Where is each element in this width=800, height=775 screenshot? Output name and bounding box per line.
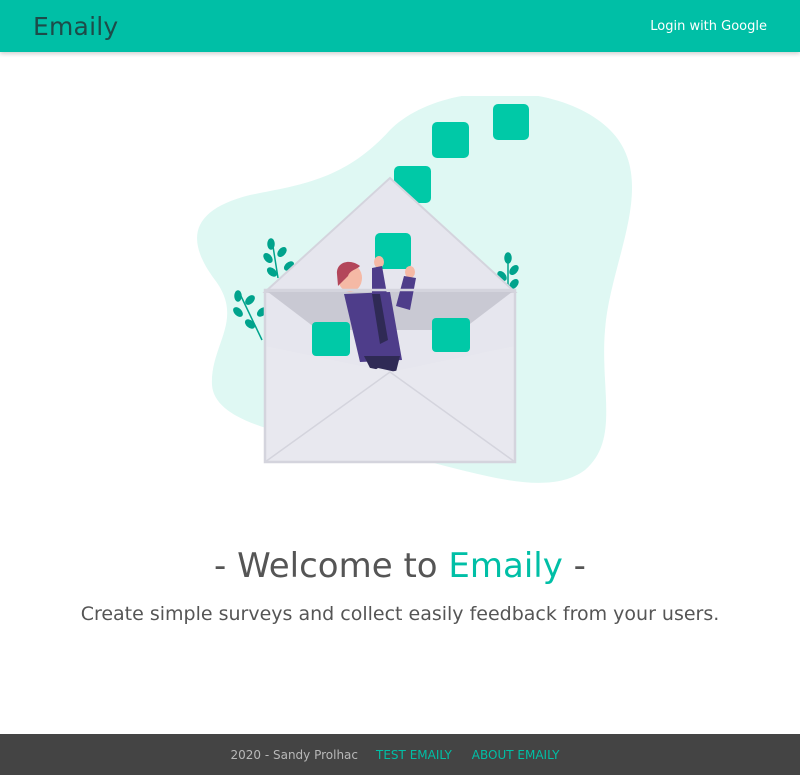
square-icon <box>493 104 529 140</box>
hero-section: - Welcome to Emaily - Create simple surv… <box>0 52 800 734</box>
welcome-prefix: - Welcome to <box>214 546 449 586</box>
card-icon <box>432 318 470 352</box>
tagline: Create simple surveys and collect easily… <box>80 603 720 625</box>
envelope-with-person-illustration <box>197 96 633 483</box>
welcome-accent: Emaily <box>448 546 563 586</box>
footer-link-about-emaily[interactable]: ABOUT EMAILY <box>472 748 560 762</box>
welcome-heading: - Welcome to Emaily - <box>0 546 800 586</box>
top-navbar: Emaily Login with Google <box>0 0 800 52</box>
login-with-google-link[interactable]: Login with Google <box>650 19 767 34</box>
card-icon <box>312 322 350 356</box>
brand-logo[interactable]: Emaily <box>33 12 118 41</box>
square-icon <box>432 122 469 158</box>
copyright-text: 2020 - Sandy Prolhac <box>230 747 359 762</box>
footer: 2020 - Sandy Prolhac TEST EMAILY ABOUT E… <box>0 734 800 775</box>
welcome-suffix: - <box>562 546 586 586</box>
footer-link-test-emaily[interactable]: TEST EMAILY <box>376 748 452 762</box>
